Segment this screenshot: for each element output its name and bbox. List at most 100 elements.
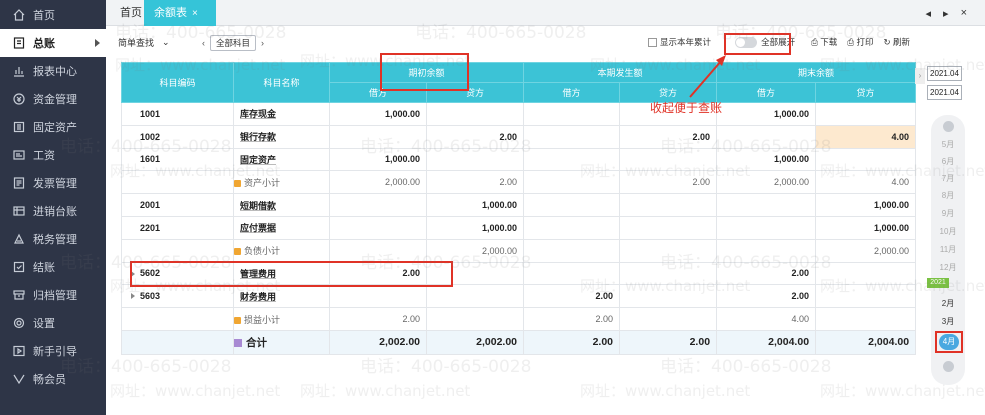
table-row[interactable]: 资产小计 2,000.00 2.00 2.00 2,000.00 4.00 [121, 170, 917, 195]
month-item[interactable]: 7月 [931, 173, 965, 184]
expand-row-icon[interactable] [131, 293, 135, 300]
cell-name[interactable]: 财务费用 [233, 284, 330, 309]
watermark-text: 网址：www.chanjet.net [110, 382, 281, 400]
cell-pd [523, 261, 621, 286]
header-closing: 期末余额 [716, 62, 917, 83]
month-item[interactable]: 9月 [931, 208, 965, 219]
sidebar-item-label: 报表中心 [33, 66, 77, 78]
print-button[interactable]: ⎙ 打印 [847, 36, 873, 48]
month-item[interactable]: 2月 [931, 298, 965, 309]
sidebar-item-11[interactable]: 设置 [0, 309, 106, 337]
sidebar-item-12[interactable]: 新手引导 [0, 337, 106, 365]
period-to[interactable]: 2021.04 [927, 85, 962, 100]
sidebar-item-9[interactable]: 结账 [0, 253, 106, 281]
window-controls: ◂ ▸ × [926, 0, 985, 26]
sidebar-item-label: 设置 [33, 318, 55, 330]
balance-table: 科目编码 科目名称 期初余额 本期发生额 期末余额 借方 贷方 借方 贷方 借方… [121, 62, 917, 355]
all-subjects-button[interactable]: 全部科目 [210, 35, 257, 51]
sidebar-item-8[interactable]: 税务管理 [0, 225, 106, 253]
month-item[interactable]: 3月 [931, 316, 965, 327]
show-year-total-checkbox[interactable]: 显示本年累计 [648, 36, 711, 48]
month-item-selected[interactable]: 4月 [939, 334, 959, 350]
sidebar-item-7[interactable]: 进销台账 [0, 197, 106, 225]
panel-collapse-icon[interactable]: › [915, 68, 925, 84]
sidebar-item-4[interactable]: 固定资产 [0, 113, 106, 141]
table-row[interactable]: 2201 应付票据 1,000.00 1,000.00 [121, 215, 917, 240]
table-row[interactable]: 1601 固定资产 1,000.00 1,000.00 [121, 147, 917, 172]
sidebar-item-13[interactable]: 畅会员 [0, 365, 106, 393]
subtotal-icon [234, 248, 241, 256]
download-button[interactable]: ⎙ 下载 [811, 36, 837, 48]
code-text: 1002 [140, 131, 161, 142]
period-selector: 2021.04 2021.04 [927, 66, 967, 104]
cell-cc: 2,004.00 [815, 329, 917, 355]
table-row[interactable]: 1001 库存现金 1,000.00 1,000.00 [121, 102, 917, 126]
asset-icon [12, 120, 26, 134]
code-text: 1001 [140, 108, 161, 119]
cell-pd [523, 238, 621, 263]
simple-search-label: 简单查找 [118, 38, 155, 48]
sidebar-item-1[interactable]: 总账 [0, 29, 106, 57]
cell-od [329, 124, 427, 149]
cell-pd [523, 102, 621, 126]
sidebar-item-10[interactable]: 归档管理 [0, 281, 106, 309]
sidebar-item-label: 畅会员 [33, 374, 66, 386]
cell-oc: 1,000.00 [425, 193, 525, 217]
cell-cd: 1,000.00 [716, 102, 817, 126]
tab-close-icon[interactable]: × [192, 8, 198, 19]
cell-od: 1,000.00 [329, 147, 427, 172]
sidebar-item-5[interactable]: 工资 [0, 141, 106, 169]
month-item[interactable]: 5月 [931, 139, 965, 150]
header-name: 科目名称 [233, 62, 330, 103]
sidebar-item-label: 固定资产 [33, 122, 77, 134]
period-from[interactable]: 2021.04 [927, 66, 962, 81]
subtotal-icon [234, 316, 241, 324]
scroll-down-icon[interactable] [943, 361, 954, 372]
cell-name[interactable]: 银行存款 [233, 124, 330, 149]
table-row[interactable]: 5603 财务费用 2.00 2.00 [121, 284, 917, 309]
refresh-button[interactable]: ↻ 刷新 [883, 36, 910, 48]
month-item[interactable]: 8月 [931, 190, 965, 201]
cell-name[interactable]: 短期借款 [233, 193, 330, 217]
cell-name[interactable]: 应付票据 [233, 215, 330, 240]
home-icon [12, 8, 26, 22]
sidebar-item-label: 税务管理 [33, 234, 77, 246]
header-code: 科目编码 [121, 62, 234, 103]
sidebar-item-2[interactable]: 报表中心 [0, 57, 106, 85]
prev-subject-icon[interactable]: ‹ [202, 38, 205, 48]
scroll-up-icon[interactable] [943, 121, 954, 132]
money-icon [12, 92, 26, 106]
cell-od: 2.00 [329, 307, 427, 331]
cell-name[interactable]: 库存现金 [233, 102, 330, 126]
cell-name: 损益小计 [233, 307, 330, 331]
month-item[interactable]: 10月 [931, 226, 965, 237]
caret-right-icon [95, 39, 100, 47]
table-row[interactable]: 2001 短期借款 1,000.00 1,000.00 [121, 193, 917, 217]
header-period-debit: 借方 [523, 82, 621, 103]
cell-pc [619, 261, 718, 286]
sidebar-item-0[interactable]: 首页 [0, 1, 106, 29]
cell-pd: 2.00 [523, 284, 621, 309]
month-item[interactable]: 6月 [931, 156, 965, 167]
cell-cd [716, 124, 817, 149]
sidebar-item-6[interactable]: 发票管理 [0, 169, 106, 197]
sidebar-item-3[interactable]: 资金管理 [0, 85, 106, 113]
cell-oc [425, 307, 525, 331]
month-item[interactable]: 12月 [931, 262, 965, 273]
checkbox-icon [648, 38, 658, 48]
prev-tab-icon[interactable]: ◂ [926, 7, 932, 20]
next-subject-icon[interactable]: › [261, 38, 264, 48]
cell-cd [716, 215, 817, 240]
cell-name[interactable]: 固定资产 [233, 147, 330, 172]
next-tab-icon[interactable]: ▸ [943, 7, 949, 20]
table-row[interactable]: 1002 银行存款 2.00 2.00 4.00 [121, 124, 917, 149]
table-row[interactable]: 合计 2,002.00 2,002.00 2.00 2.00 2,004.00 2,004.… [121, 329, 917, 355]
table-row[interactable]: 损益小计 2.00 2.00 4.00 [121, 307, 917, 331]
table-row[interactable]: 负债小计 2,000.00 2,000.00 [121, 238, 917, 263]
month-item[interactable]: 11月 [931, 244, 965, 255]
simple-search-dropdown[interactable]: 简单查找 ⌄ [118, 36, 170, 49]
tab-balance-sheet[interactable]: 余额表 × [144, 0, 216, 26]
cell-pc: 2.00 [619, 170, 718, 195]
close-all-icon[interactable]: × [961, 7, 967, 19]
header-closing-debit: 借方 [716, 82, 817, 103]
